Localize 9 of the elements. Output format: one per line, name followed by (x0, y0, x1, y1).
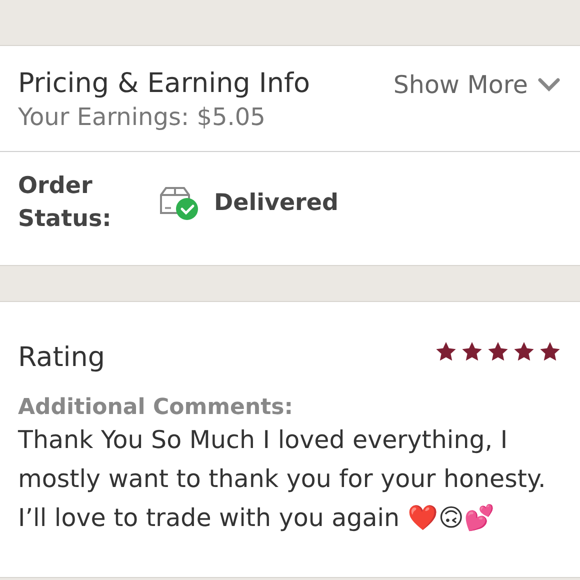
chevron-icon (538, 78, 560, 92)
show-more-button[interactable]: Show More (393, 70, 560, 99)
comment-text: Thank You So Much I loved everything, I mostly want to thank you for your honesty. I’ll love to trade with you again ❤🙃💕 (18, 424, 547, 534)
earnings-text: Your Earnings: $5.05 (18, 103, 266, 131)
rating-label: Rating (18, 342, 106, 373)
order-status-label: Order Status: (18, 172, 112, 234)
section-title: Pricing & Earning Info (18, 68, 310, 99)
comments-label: Additional Comments: (18, 394, 294, 420)
order-status: Delivered (214, 190, 338, 216)
